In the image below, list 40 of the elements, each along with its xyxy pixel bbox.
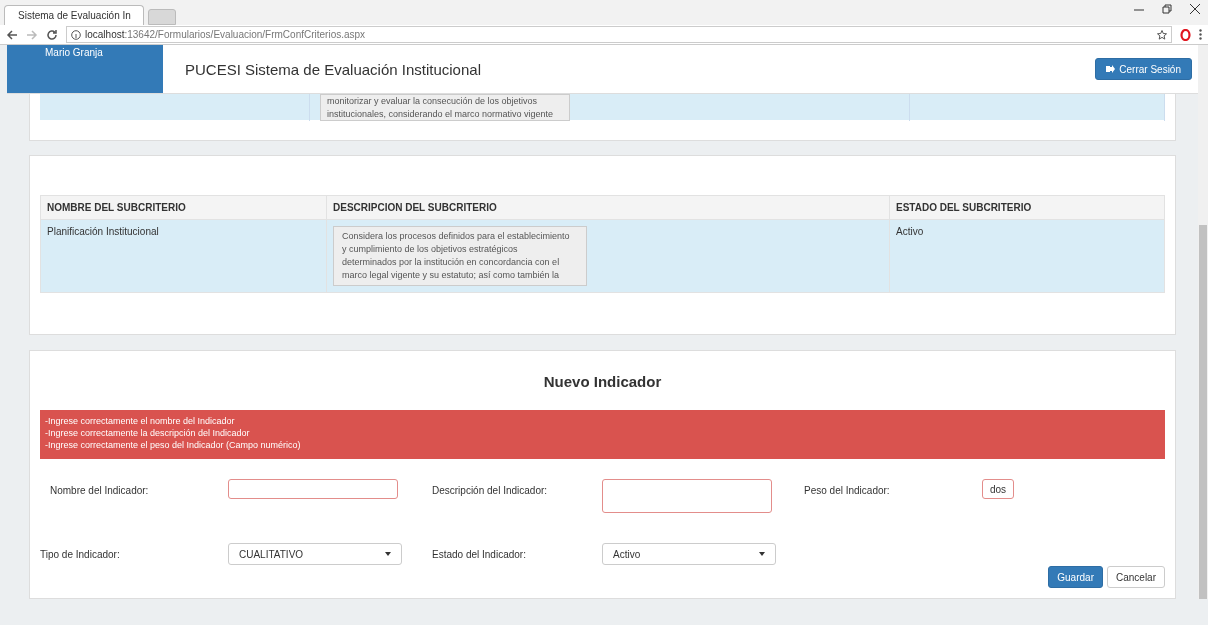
app-title: PUCESI Sistema de Evaluación Institucional <box>185 60 482 78</box>
caret-icon <box>759 551 765 557</box>
textarea-field[interactable] <box>602 479 772 513</box>
select-field[interactable]: Activo <box>602 543 776 565</box>
error-message: -Ingrese correctamente el peso del Indicador (Campo numérico) <box>45 439 302 451</box>
field-label: Tipo de Indicador: <box>40 548 121 562</box>
field-label: Descripción del Indicador: <box>431 484 549 498</box>
select-field[interactable]: CUALITATIVO <box>228 543 402 565</box>
column-header: ESTADO DEL SUBCRITERIO <box>889 195 1165 220</box>
address-bar[interactable]: localhost:13642/Formularios/Evaluacion/FrmConfCriterios.aspx <box>66 26 1172 43</box>
field-label: Peso del Indicador: <box>803 484 891 498</box>
table-cell: Activo <box>889 219 1165 293</box>
star-icon[interactable] <box>1157 29 1167 40</box>
browser-tab[interactable]: Sistema de Evaluación In <box>4 5 144 25</box>
close-icon[interactable] <box>1190 4 1200 14</box>
description-textarea: Considera los procesos definidos para el establecimiento y cumplimiento de los objetivos estratégicos determinados por la institución en concordancia con el marco legal vigente y su estatuto; así como también la <box>333 226 587 286</box>
column-header: DESCRIPCION DEL SUBCRITERIO <box>326 195 890 220</box>
sign-out-icon <box>1106 65 1116 73</box>
table-cell: Planificación Institucional <box>40 219 327 293</box>
caret-icon <box>385 551 391 557</box>
scrollbar[interactable] <box>1198 45 1208 599</box>
field-label: Estado del Indicador: <box>431 548 527 562</box>
description-textarea: monitorizar y evaluar la consecución de los objetivos institucionales, considerando el marco normativo vigente <box>320 94 570 121</box>
reload-icon[interactable] <box>46 28 58 41</box>
form-title: Nuevo Indicador <box>542 372 663 392</box>
back-icon[interactable] <box>6 28 18 41</box>
error-message: -Ingrese correctamente la descripción del Indicador <box>45 427 251 439</box>
ring-icon[interactable] <box>1180 28 1191 41</box>
input-field[interactable] <box>228 479 398 499</box>
column-header: NOMBRE DEL SUBCRITERIO <box>40 195 327 220</box>
cancel-button[interactable]: Cancelar <box>1106 566 1165 588</box>
error-message: -Ingrese correctamente el nombre del Indicador <box>45 415 236 427</box>
menu-icon[interactable] <box>1199 29 1202 40</box>
logout-button[interactable]: Cerrar Sesión <box>1095 58 1192 80</box>
user-name: Mario Granja <box>45 47 103 58</box>
info-icon <box>71 29 81 40</box>
input-field[interactable]: dos <box>982 479 1014 499</box>
save-button[interactable]: Guardar <box>1048 566 1103 588</box>
restore-icon[interactable] <box>1162 4 1172 14</box>
field-label: Nombre del Indicador: <box>49 484 150 498</box>
